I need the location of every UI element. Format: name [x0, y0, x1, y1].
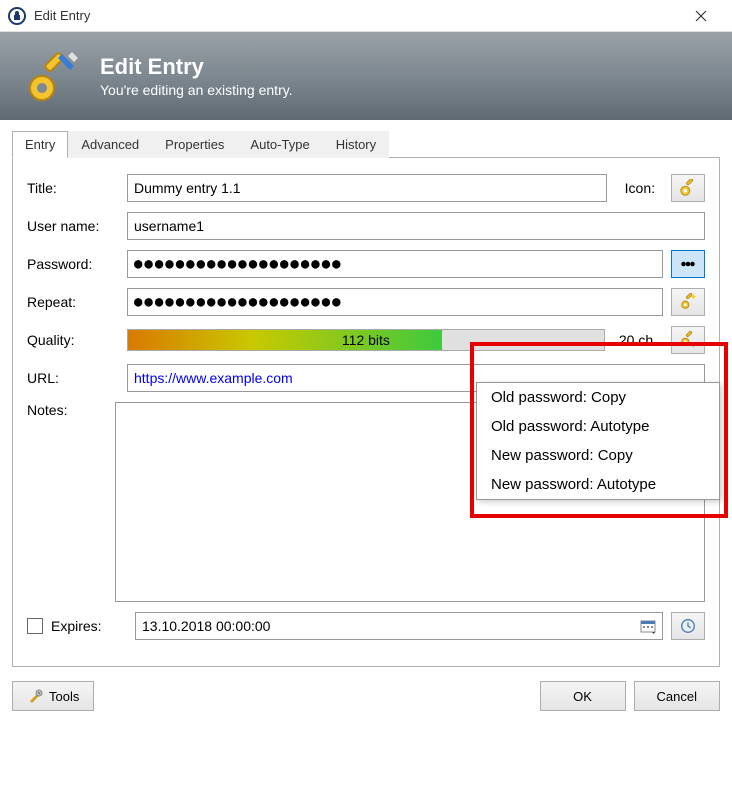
title-label: Title: — [27, 180, 119, 196]
password-tools-dropdown: Old password: Copy Old password: Autotyp… — [476, 382, 720, 500]
title-input[interactable] — [127, 174, 607, 202]
header-subtitle: You're editing an existing entry. — [100, 82, 293, 98]
password-input[interactable] — [127, 250, 663, 278]
tools-button-label: Tools — [49, 689, 79, 704]
tab-strip: Entry Advanced Properties Auto-Type Hist… — [12, 130, 720, 158]
expires-date-input[interactable]: 13.10.2018 00:00:00 — [135, 612, 663, 640]
calendar-icon[interactable] — [636, 615, 660, 637]
tab-entry[interactable]: Entry — [12, 131, 68, 158]
dropdown-new-autotype[interactable]: New password: Autotype — [477, 470, 719, 499]
window-title: Edit Entry — [34, 8, 678, 23]
close-button[interactable] — [678, 0, 724, 32]
quality-meter: 112 bits — [127, 329, 605, 351]
repeat-input[interactable] — [127, 288, 663, 316]
repeat-label: Repeat: — [27, 294, 119, 310]
window-titlebar: Edit Entry — [0, 0, 732, 32]
password-tools-button[interactable] — [671, 326, 705, 354]
username-input[interactable] — [127, 212, 705, 240]
tab-properties[interactable]: Properties — [152, 131, 237, 158]
notes-label: Notes: — [27, 402, 107, 418]
app-icon — [8, 7, 26, 25]
icon-picker-button[interactable] — [671, 174, 705, 202]
dropdown-new-copy[interactable]: New password: Copy — [477, 441, 719, 470]
tab-advanced[interactable]: Advanced — [68, 131, 152, 158]
username-label: User name: — [27, 218, 119, 234]
clock-button[interactable] — [671, 612, 705, 640]
expires-date-text: 13.10.2018 00:00:00 — [142, 618, 270, 634]
url-label: URL: — [27, 370, 119, 386]
dialog-footer: Tools OK Cancel — [0, 667, 732, 725]
generate-password-button[interactable] — [671, 288, 705, 316]
quality-fill — [128, 330, 442, 350]
ok-button[interactable]: OK — [540, 681, 626, 711]
show-password-button[interactable] — [671, 250, 705, 278]
quality-bits-text: 112 bits — [342, 332, 390, 348]
icon-label: Icon: — [625, 180, 655, 196]
dropdown-old-autotype[interactable]: Old password: Autotype — [477, 412, 719, 441]
header-title: Edit Entry — [100, 54, 293, 80]
tools-button[interactable]: Tools — [12, 681, 94, 711]
dropdown-old-copy[interactable]: Old password: Copy — [477, 383, 719, 412]
password-label: Password: — [27, 256, 119, 272]
quality-label: Quality: — [27, 332, 119, 348]
tab-autotype[interactable]: Auto-Type — [237, 131, 322, 158]
expires-checkbox[interactable] — [27, 618, 43, 634]
char-count-text: 20 ch. — [619, 332, 657, 348]
key-edit-icon — [24, 46, 84, 106]
dialog-header: Edit Entry You're editing an existing en… — [0, 32, 732, 120]
tab-history[interactable]: History — [323, 131, 389, 158]
cancel-button[interactable]: Cancel — [634, 681, 720, 711]
expires-label: Expires: — [51, 618, 102, 634]
